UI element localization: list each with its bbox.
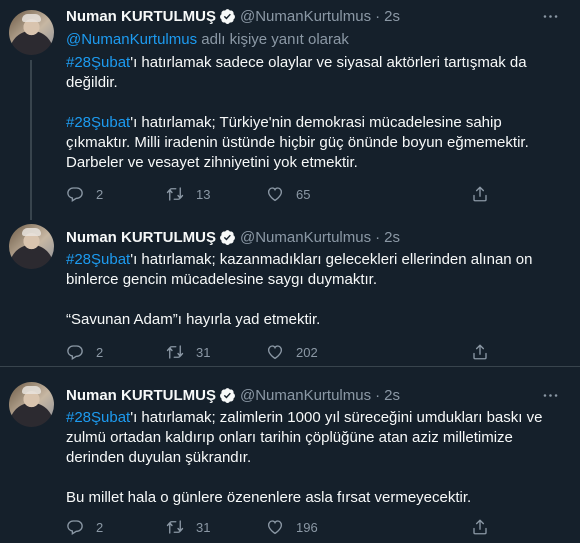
retweet-count: 31 — [196, 344, 211, 360]
retweet-count: 31 — [196, 519, 211, 535]
share-button[interactable] — [471, 185, 489, 203]
reply-count: 2 — [96, 186, 104, 202]
verified-badge-icon — [220, 387, 235, 403]
tweet-timestamp[interactable]: 2s — [384, 387, 400, 404]
more-options-icon[interactable] — [540, 6, 560, 26]
reply-context: @NumanKurtulmus adlı kişiye yanıt olarak — [66, 30, 568, 50]
reply-icon — [67, 187, 83, 202]
tweet-2[interactable]: Numan KURTULMUŞ @NumanKurtulmus · 2s #28… — [0, 212, 580, 367]
reply-button[interactable]: 2 — [66, 518, 103, 536]
like-count: 196 — [296, 519, 318, 535]
tweet-header: Numan KURTULMUŞ @NumanKurtulmus · 2s — [66, 385, 568, 405]
tweet-text: #28Şubat'ı hatırlamak; zalimlerin 1000 y… — [66, 408, 568, 508]
share-icon — [473, 186, 487, 202]
reply-icon — [67, 345, 83, 360]
tweet-paragraph: #28Şubat'ı hatırlamak; kazanmadıkları ge… — [66, 250, 568, 290]
verified-badge-icon — [220, 229, 235, 245]
paragraph-text: “Savunan Adam”ı hayırla yad etmektir. — [66, 311, 321, 328]
tweet-text: #28Şubat'ı hatırlamak sadece olaylar ve … — [66, 53, 568, 173]
tweet-timestamp[interactable]: 2s — [384, 229, 400, 246]
tweet-paragraph: #28Şubat'ı hatırlamak sadece olaylar ve … — [66, 53, 568, 93]
share-button[interactable] — [471, 343, 489, 361]
paragraph-text: 'ı hatırlamak; zalimlerin 1000 yıl sürec… — [66, 409, 543, 466]
author-handle[interactable]: @NumanKurtulmus — [240, 8, 371, 25]
reply-button[interactable]: 2 — [66, 185, 103, 203]
author-handle[interactable]: @NumanKurtulmus — [240, 387, 371, 404]
retweet-icon — [166, 187, 184, 201]
like-icon — [267, 345, 283, 360]
hashtag-link[interactable]: #28Şubat — [66, 409, 130, 426]
hashtag-link[interactable]: #28Şubat — [66, 54, 130, 71]
tweet-3[interactable]: Numan KURTULMUŞ @NumanKurtulmus · 2s #28… — [0, 368, 580, 543]
author-handle[interactable]: @NumanKurtulmus — [240, 229, 371, 246]
reply-mention-link[interactable]: @NumanKurtulmus — [66, 31, 197, 48]
like-icon — [267, 187, 283, 202]
reply-context-text: adlı kişiye yanıt olarak — [197, 31, 349, 48]
author-name[interactable]: Numan KURTULMUŞ — [66, 229, 216, 246]
like-count: 65 — [296, 186, 311, 202]
like-button[interactable]: 202 — [266, 343, 318, 361]
reply-count: 2 — [96, 344, 104, 360]
tweet-paragraph: #28Şubat'ı hatırlamak; zalimlerin 1000 y… — [66, 408, 568, 468]
verified-badge-icon — [220, 8, 235, 24]
like-count: 202 — [296, 344, 318, 360]
retweet-icon — [166, 345, 184, 359]
reply-button[interactable]: 2 — [66, 343, 103, 361]
tweet-actions: 2 31 196 — [66, 517, 516, 537]
share-button[interactable] — [471, 518, 489, 536]
retweet-button[interactable]: 13 — [166, 185, 210, 203]
tweet-header: Numan KURTULMUŞ @NumanKurtulmus · 2s — [66, 6, 568, 26]
separator-dot: · — [375, 386, 381, 404]
share-icon — [473, 519, 487, 535]
author-name[interactable]: Numan KURTULMUŞ — [66, 387, 216, 404]
tweet-thread: Numan KURTULMUŞ @NumanKurtulmus · 2s @Nu… — [0, 0, 580, 543]
paragraph-text: 'ı hatırlamak sadece olaylar ve siyasal … — [66, 54, 527, 91]
tweet-header: Numan KURTULMUŞ @NumanKurtulmus · 2s — [66, 227, 568, 247]
more-options-icon[interactable] — [540, 385, 560, 405]
tweet-1[interactable]: Numan KURTULMUŞ @NumanKurtulmus · 2s @Nu… — [0, 0, 580, 215]
tweet-paragraph: Bu millet hala o günlere özenenlere asla… — [66, 488, 568, 508]
tweet-paragraph: #28Şubat'ı hatırlamak; Türkiye'nin demok… — [66, 113, 568, 173]
tweet-content: Numan KURTULMUŞ @NumanKurtulmus · 2s @Nu… — [66, 6, 568, 173]
paragraph-text: Bu millet hala o günlere özenenlere asla… — [66, 489, 472, 506]
author-name[interactable]: Numan KURTULMUŞ — [66, 8, 216, 25]
separator-dot: · — [375, 228, 381, 246]
reply-icon — [67, 520, 83, 535]
paragraph-text: 'ı hatırlamak; Türkiye'nin demokrasi müc… — [66, 114, 529, 171]
retweet-button[interactable]: 31 — [166, 518, 210, 536]
hashtag-link[interactable]: #28Şubat — [66, 114, 130, 131]
avatar[interactable] — [9, 10, 54, 55]
like-button[interactable]: 65 — [266, 185, 310, 203]
retweet-count: 13 — [196, 186, 211, 202]
separator-dot: · — [375, 7, 381, 25]
retweet-button[interactable]: 31 — [166, 343, 210, 361]
tweet-content: Numan KURTULMUŞ @NumanKurtulmus · 2s #28… — [66, 385, 568, 508]
tweet-text: #28Şubat'ı hatırlamak; kazanmadıkları ge… — [66, 250, 568, 330]
reply-count: 2 — [96, 519, 104, 535]
tweet-paragraph: “Savunan Adam”ı hayırla yad etmektir. — [66, 310, 568, 330]
thread-connector-line — [30, 212, 32, 220]
avatar[interactable] — [9, 382, 54, 427]
like-icon — [267, 520, 283, 535]
share-icon — [473, 344, 487, 360]
hashtag-link[interactable]: #28Şubat — [66, 251, 130, 268]
tweet-actions: 2 31 202 — [66, 342, 516, 362]
like-button[interactable]: 196 — [266, 518, 318, 536]
tweet-content: Numan KURTULMUŞ @NumanKurtulmus · 2s #28… — [66, 227, 568, 330]
paragraph-text: 'ı hatırlamak; kazanmadıkları gelecekler… — [66, 251, 533, 288]
thread-connector-line — [30, 60, 32, 215]
retweet-icon — [166, 520, 184, 534]
tweet-timestamp[interactable]: 2s — [384, 8, 400, 25]
tweet-actions: 2 13 65 — [66, 184, 516, 204]
avatar[interactable] — [9, 224, 54, 269]
